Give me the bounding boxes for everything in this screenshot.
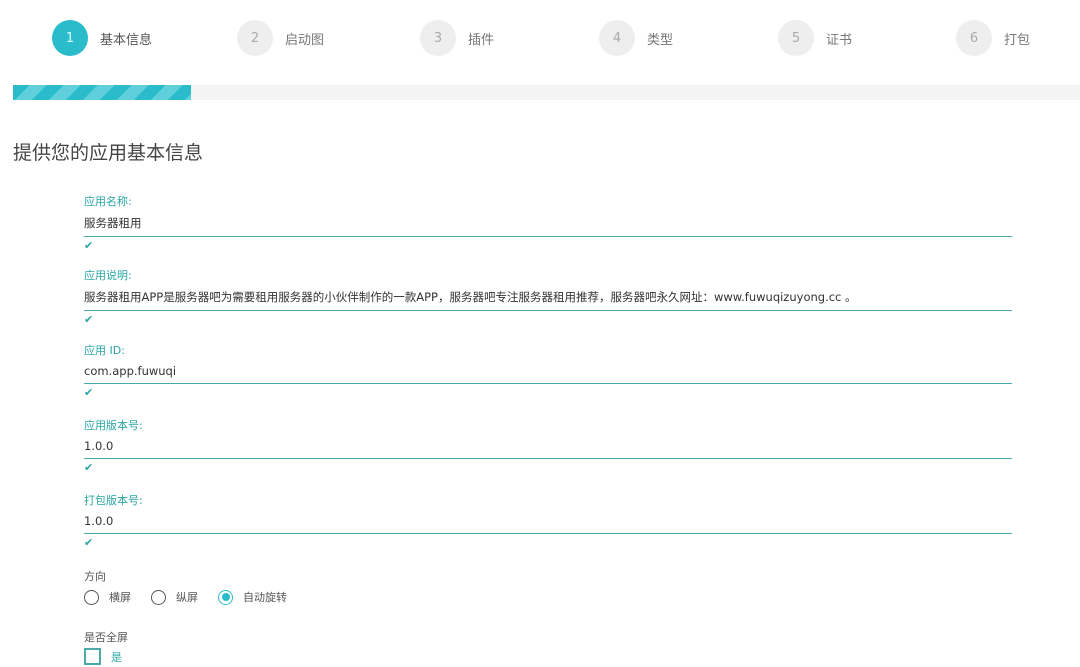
field-label: 应用 ID: — [84, 342, 1012, 358]
step-2[interactable]: 2 启动图 — [237, 20, 324, 56]
step-6[interactable]: 6 打包 — [956, 20, 1030, 56]
step-number: 2 — [237, 20, 273, 56]
step-label: 证书 — [826, 29, 852, 48]
step-label: 基本信息 — [100, 29, 152, 48]
step-label: 打包 — [1004, 29, 1030, 48]
app-id-field: 应用 ID: com.app.fuwuqi ✔ — [84, 342, 1012, 399]
step-4[interactable]: 4 类型 — [599, 20, 673, 56]
app-version-field: 应用版本号: 1.0.0 ✔ — [84, 417, 1012, 474]
checkbox-icon — [84, 648, 101, 665]
progress-bar — [13, 85, 1080, 100]
radio-label: 自动旋转 — [243, 589, 287, 605]
radio-selected-icon — [218, 590, 233, 605]
step-number: 3 — [420, 20, 456, 56]
app-name-input[interactable]: 服务器租用 — [84, 215, 1012, 237]
app-description-input[interactable]: 服务器租用APP是服务器吧为需要租用服务器的小伙伴制作的一款APP，服务器吧专注… — [84, 289, 1012, 311]
check-icon: ✔ — [84, 536, 1012, 549]
step-number: 6 — [956, 20, 992, 56]
check-icon: ✔ — [84, 461, 1012, 474]
field-label: 应用说明: — [84, 267, 1012, 283]
radio-label: 横屏 — [109, 589, 131, 605]
step-number: 5 — [778, 20, 814, 56]
step-3[interactable]: 3 插件 — [420, 20, 494, 56]
build-version-field: 打包版本号: 1.0.0 ✔ — [84, 492, 1012, 549]
fullscreen-checkbox[interactable]: 是 — [84, 648, 122, 665]
page-title: 提供您的应用基本信息 — [13, 138, 203, 165]
step-label: 启动图 — [285, 29, 324, 48]
app-name-field: 应用名称: 服务器租用 ✔ — [84, 193, 1012, 252]
progress-fill — [13, 85, 191, 100]
check-icon: ✔ — [84, 313, 1012, 326]
orientation-label: 方向 — [84, 568, 106, 584]
orientation-radio-group: 横屏 纵屏 自动旋转 — [84, 589, 307, 605]
check-icon: ✔ — [84, 239, 1012, 252]
step-label: 类型 — [647, 29, 673, 48]
check-icon: ✔ — [84, 386, 1012, 399]
radio-label: 纵屏 — [176, 589, 198, 605]
field-label: 打包版本号: — [84, 492, 1012, 508]
radio-icon — [151, 590, 166, 605]
build-version-input[interactable]: 1.0.0 — [84, 514, 1012, 534]
app-id-input[interactable]: com.app.fuwuqi — [84, 364, 1012, 384]
checkbox-label: 是 — [111, 649, 122, 665]
radio-portrait[interactable]: 纵屏 — [151, 589, 198, 605]
field-label: 应用名称: — [84, 193, 1012, 209]
app-description-field: 应用说明: 服务器租用APP是服务器吧为需要租用服务器的小伙伴制作的一款APP，服… — [84, 267, 1012, 326]
radio-auto-rotate[interactable]: 自动旋转 — [218, 589, 287, 605]
step-1[interactable]: 1 基本信息 — [52, 20, 152, 56]
step-label: 插件 — [468, 29, 494, 48]
radio-landscape[interactable]: 横屏 — [84, 589, 131, 605]
step-5[interactable]: 5 证书 — [778, 20, 852, 56]
app-version-input[interactable]: 1.0.0 — [84, 439, 1012, 459]
step-number: 1 — [52, 20, 88, 56]
radio-icon — [84, 590, 99, 605]
step-number: 4 — [599, 20, 635, 56]
field-label: 应用版本号: — [84, 417, 1012, 433]
fullscreen-label: 是否全屏 — [84, 629, 128, 645]
